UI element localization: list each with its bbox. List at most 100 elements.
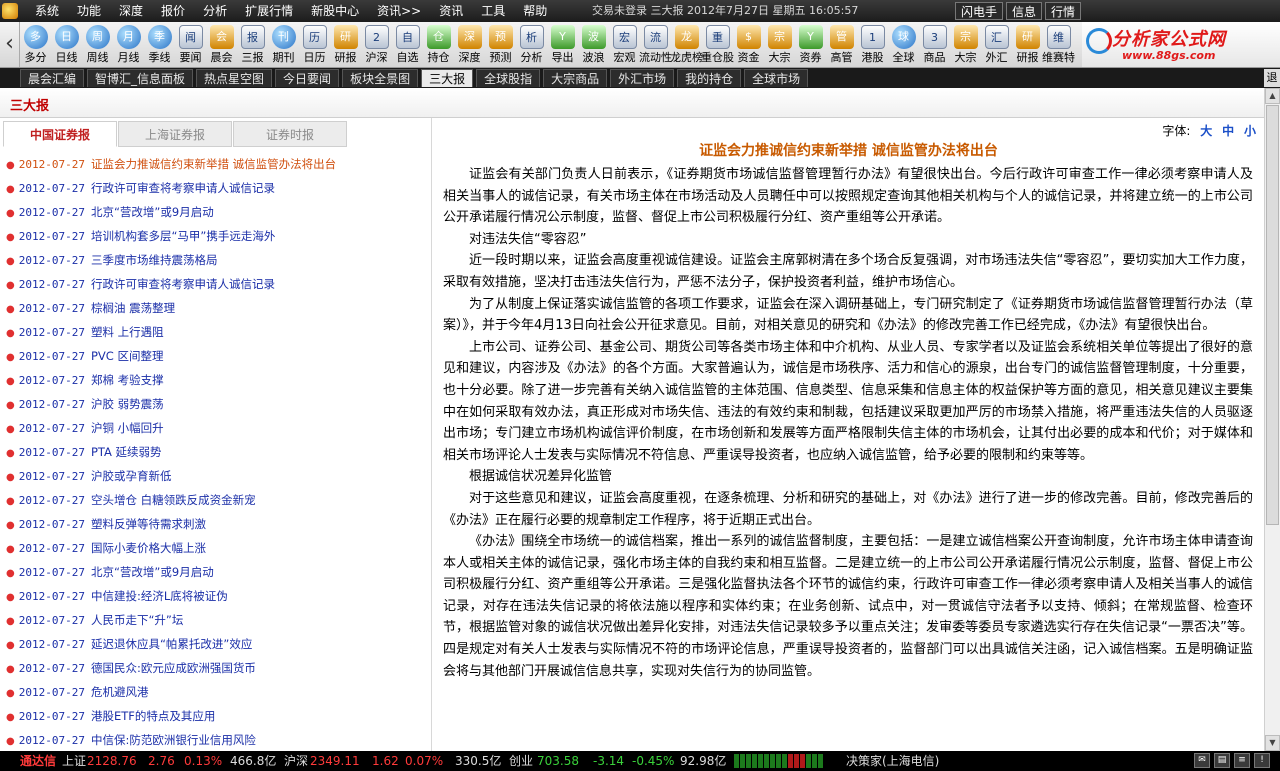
menu-item[interactable]: 资讯>>: [368, 0, 430, 22]
toolbar-button[interactable]: 多多分: [20, 22, 51, 67]
list-item[interactable]: ● 2012-07-27 沪胶或孕育新低: [0, 464, 431, 488]
list-item[interactable]: ● 2012-07-27 空头增仓 白糖领跌反成资金新宠: [0, 488, 431, 512]
module-tab[interactable]: 晨会汇编: [20, 69, 85, 87]
list-item[interactable]: ● 2012-07-27 沪胶 弱势震荡: [0, 392, 431, 416]
list-item[interactable]: ● 2012-07-27 培训机构套多层“马甲”携手远走海外: [0, 224, 431, 248]
toolbar-button[interactable]: 3 商品: [919, 22, 950, 67]
toolbar-button[interactable]: 闻要闻: [175, 22, 206, 67]
list-item[interactable]: ● 2012-07-27 中信保:防范欧洲银行业信用风险: [0, 728, 431, 751]
module-tab[interactable]: 我的持仓: [677, 69, 742, 87]
toolbar-button[interactable]: 2 沪深: [361, 22, 392, 67]
module-tab[interactable]: 大宗商品: [543, 69, 608, 87]
menu-item[interactable]: 扩展行情: [236, 0, 302, 22]
module-tab[interactable]: 外汇市场: [610, 69, 675, 87]
module-tab[interactable]: 热点星空图: [196, 69, 273, 87]
list-item[interactable]: ● 2012-07-27 港股ETF的特点及其应用: [0, 704, 431, 728]
toolbar-button[interactable]: 析分析: [516, 22, 547, 67]
menubar-button[interactable]: 行情: [1045, 2, 1082, 20]
toolbar-button[interactable]: 刊期刊: [268, 22, 299, 67]
font-size-medium-button[interactable]: 中: [1222, 124, 1234, 138]
toolbar-button[interactable]: 仓持仓: [423, 22, 454, 67]
list-item[interactable]: ● 2012-07-27 德国民众:欧元应成欧洲强国货币: [0, 656, 431, 680]
message-icon[interactable]: ▤: [1214, 753, 1230, 768]
toolbar-button[interactable]: Y 导出: [547, 22, 578, 67]
list-item[interactable]: ● 2012-07-27 塑料反弹等待需求刺激: [0, 512, 431, 536]
toolbar-button[interactable]: 报三报: [237, 22, 268, 67]
list-item[interactable]: ● 2012-07-27 PVC 区间整理: [0, 344, 431, 368]
vertical-scrollbar[interactable]: ▲ ▼: [1264, 88, 1280, 751]
toolbar-button[interactable]: 汇外汇: [981, 22, 1012, 67]
mail-icon[interactable]: ✉: [1194, 753, 1210, 768]
list-item[interactable]: ● 2012-07-27 三季度市场维持震荡格局: [0, 248, 431, 272]
list-item[interactable]: ● 2012-07-27 行政许可审查将考察申请人诚信记录: [0, 176, 431, 200]
toolbar-button[interactable]: 自自选: [392, 22, 423, 67]
toolbar-button[interactable]: 管高管: [826, 22, 857, 67]
alert-icon[interactable]: !: [1254, 753, 1270, 768]
toolbar-button[interactable]: Y 资券: [795, 22, 826, 67]
list-item[interactable]: ● 2012-07-27 行政许可审查将考察申请人诚信记录: [0, 272, 431, 296]
newspaper-tab[interactable]: 证券时报: [233, 121, 347, 147]
list-item[interactable]: ● 2012-07-27 中信建投:经济L底将被证伪: [0, 584, 431, 608]
toolbar-button[interactable]: 维维赛特: [1042, 22, 1075, 67]
menu-item[interactable]: 分析: [194, 0, 236, 22]
toolbar-button[interactable]: 宗大宗: [950, 22, 981, 67]
connection-icon[interactable]: ≡: [1234, 753, 1250, 768]
toolbar-button[interactable]: 预预测: [485, 22, 516, 67]
toolbar-button[interactable]: 龙龙虎榜: [670, 22, 703, 67]
module-tab[interactable]: 全球市场: [744, 69, 809, 87]
toolbar-button[interactable]: 1 港股: [857, 22, 888, 67]
server-name[interactable]: 决策家(上海电信): [846, 751, 939, 771]
list-item[interactable]: ● 2012-07-27 北京“营改增”或9月启动: [0, 200, 431, 224]
module-tab[interactable]: 板块全景图: [342, 69, 419, 87]
toolbar-button[interactable]: 宗大宗: [764, 22, 795, 67]
list-item[interactable]: ● 2012-07-27 PTA 延续弱势: [0, 440, 431, 464]
menu-item[interactable]: 新股中心: [302, 0, 368, 22]
menu-item[interactable]: 资讯: [430, 0, 472, 22]
menu-item[interactable]: 工具: [472, 0, 514, 22]
module-tab[interactable]: 全球股指: [476, 69, 541, 87]
scroll-thumb[interactable]: [1266, 105, 1279, 525]
menu-item[interactable]: 功能: [68, 0, 110, 22]
toolbar-button[interactable]: $ 资金: [733, 22, 764, 67]
toolbar-button[interactable]: 宏宏观: [609, 22, 640, 67]
menu-item[interactable]: 深度: [110, 0, 152, 22]
module-tab[interactable]: 三大报: [421, 69, 474, 87]
toolbar-button[interactable]: 深深度: [454, 22, 485, 67]
menu-item[interactable]: 报价: [152, 0, 194, 22]
font-size-large-button[interactable]: 大: [1200, 124, 1212, 138]
module-tab[interactable]: 今日要闻: [275, 69, 340, 87]
list-item[interactable]: ● 2012-07-27 证监会力推诚信约束新举措 诚信监管办法将出台: [0, 152, 431, 176]
menubar-button[interactable]: 信息: [1006, 2, 1043, 20]
newspaper-tab[interactable]: 中国证券报: [3, 121, 117, 147]
list-item[interactable]: ● 2012-07-27 北京“营改增”或9月启动: [0, 560, 431, 584]
scroll-up-arrow-icon[interactable]: ▲: [1265, 88, 1280, 104]
menu-item[interactable]: 帮助: [514, 0, 556, 22]
list-item[interactable]: ● 2012-07-27 郑棉 考验支撑: [0, 368, 431, 392]
toolbar-button[interactable]: 研研报: [1012, 22, 1043, 67]
module-tab[interactable]: 智博汇_信息面板: [87, 69, 194, 87]
menubar-button[interactable]: 闪电手: [955, 2, 1004, 20]
toolbar-button[interactable]: 重重仓股: [701, 22, 734, 67]
toolbar-button[interactable]: 研研报: [330, 22, 361, 67]
scroll-down-arrow-icon[interactable]: ▼: [1265, 735, 1280, 751]
toolbar-button[interactable]: 波波浪: [578, 22, 609, 67]
list-item[interactable]: ● 2012-07-27 人民币走下“升”坛: [0, 608, 431, 632]
toolbar-button[interactable]: 流流动性: [639, 22, 672, 67]
list-item[interactable]: ● 2012-07-27 国际小麦价格大幅上涨: [0, 536, 431, 560]
toolbar-button[interactable]: 周周线: [82, 22, 113, 67]
toolbar-scroll-left-button[interactable]: ‹: [0, 22, 20, 67]
list-item[interactable]: ● 2012-07-27 棕榈油 震荡整理: [0, 296, 431, 320]
newspaper-tab[interactable]: 上海证券报: [118, 121, 232, 147]
toolbar-button[interactable]: 会晨会: [206, 22, 237, 67]
toolbar-button[interactable]: 历日历: [299, 22, 330, 67]
font-size-small-button[interactable]: 小: [1244, 124, 1256, 138]
toolbar-button[interactable]: 球全球: [888, 22, 919, 67]
toolbar-button[interactable]: 月月线: [113, 22, 144, 67]
exit-button[interactable]: 退: [1264, 69, 1280, 87]
toolbar-button[interactable]: 季季线: [144, 22, 175, 67]
list-item[interactable]: ● 2012-07-27 危机避风港: [0, 680, 431, 704]
list-item[interactable]: ● 2012-07-27 塑料 上行遇阻: [0, 320, 431, 344]
list-item[interactable]: ● 2012-07-27 沪铜 小幅回升: [0, 416, 431, 440]
menu-item[interactable]: 系统: [26, 0, 68, 22]
toolbar-button[interactable]: 日日线: [51, 22, 82, 67]
